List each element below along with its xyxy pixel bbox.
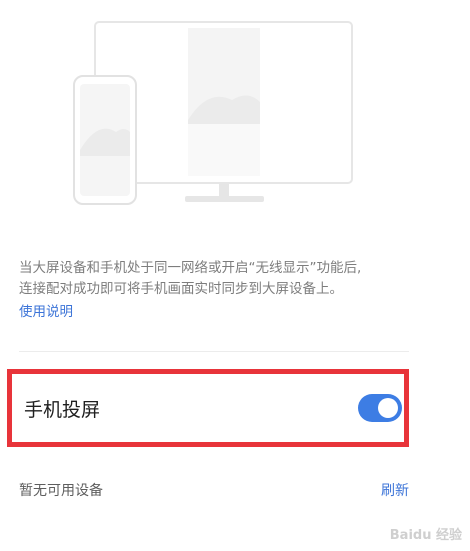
description-line-1: 当大屏设备和手机处于同一网络或开启“无线显示”功能后, xyxy=(19,260,362,276)
no-devices-text: 暂无可用设备 xyxy=(19,483,103,499)
help-link[interactable]: 使用说明 xyxy=(19,300,73,320)
refresh-button[interactable]: 刷新 xyxy=(381,480,409,500)
cast-toggle-row[interactable]: 手机投屏 xyxy=(7,369,409,447)
cast-description: 当大屏设备和手机处于同一网络或开启“无线显示”功能后, 连接配对成功即可将手机画… xyxy=(19,258,449,300)
watermark-text: Baidu 经验 xyxy=(389,528,462,543)
description-line-2: 连接配对成功即可将手机画面实时同步到大屏设备上。 xyxy=(19,281,343,297)
cast-illustration xyxy=(73,21,353,205)
watermark-logo: Baidu 经验 xyxy=(390,524,462,543)
cast-toggle-switch[interactable] xyxy=(358,394,402,422)
divider xyxy=(19,351,409,352)
cast-toggle-label: 手机投屏 xyxy=(24,399,101,421)
toggle-knob xyxy=(378,398,398,418)
phone-icon xyxy=(73,75,137,205)
